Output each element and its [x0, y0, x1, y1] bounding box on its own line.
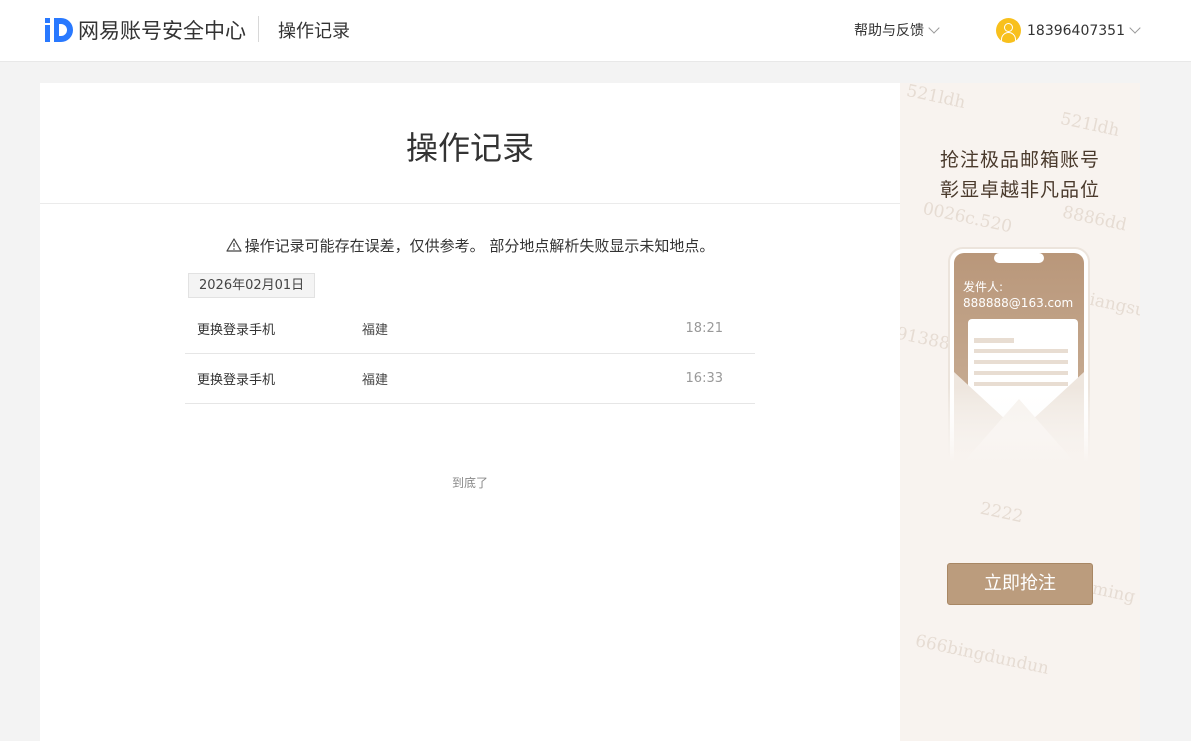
sender-label: 发件人:: [963, 280, 1004, 294]
user-menu[interactable]: 18396407351: [996, 18, 1141, 43]
ad-headline: 抢注极品邮箱账号: [939, 149, 1100, 171]
notice-message: 操作记录可能存在误差，仅供参考。 部分地点解析失败显示未知地点。: [244, 237, 715, 255]
help-feedback-menu[interactable]: 帮助与反馈: [854, 20, 940, 40]
register-now-button[interactable]: 立即抢注: [947, 563, 1093, 605]
end-of-list-text: 到底了: [451, 476, 488, 490]
date-tag: 2026年02月01日: [188, 273, 316, 298]
watermark-text: 2222: [978, 498, 1025, 528]
table-row: 更换登录手机 福建 18:21: [185, 304, 755, 354]
user-icon: [1004, 23, 1013, 32]
logo-text: 网易账号安全中心: [78, 19, 246, 43]
mailbox-ad-banner[interactable]: 521ldh 521ldh 8886dd 0026c.520 91388 jia…: [900, 83, 1140, 741]
avatar: [996, 18, 1021, 43]
notice-text: 操作记录可能存在误差，仅供参考。 部分地点解析失败显示未知地点。: [40, 235, 900, 256]
watermark-text: 8886dd: [1060, 202, 1129, 236]
record-action: 更换登录手机: [197, 323, 276, 338]
watermark-text: jiangsu: [1082, 288, 1140, 322]
record-action: 更换登录手机: [197, 373, 276, 388]
watermark-text: 0026c.520: [920, 198, 1014, 238]
netease-logo[interactable]: 网易账号安全中心: [44, 14, 246, 46]
header-divider: [258, 16, 259, 42]
logo-id-icon: [45, 18, 73, 42]
warning-icon: [226, 238, 242, 252]
watermark-text: 521ldh: [1058, 109, 1122, 141]
watermark-text: 91388: [900, 323, 952, 355]
sender-email: 888888@163.com: [963, 296, 1074, 310]
username: 18396407351: [1027, 22, 1125, 39]
operation-log-panel: 操作记录 操作记录可能存在误差，仅供参考。 部分地点解析失败显示未知地点。 20…: [40, 83, 900, 741]
watermark-text: 521ldh: [904, 83, 968, 113]
page-title: 操作记录: [405, 129, 534, 167]
record-time: 16:33: [685, 371, 723, 386]
chevron-down-icon: [928, 21, 940, 34]
header-page-name: 操作记录: [278, 21, 350, 42]
record-place: 福建: [362, 373, 389, 388]
ad-subline: 彰显卓越非凡品位: [939, 179, 1100, 201]
title-divider: [40, 203, 900, 204]
record-place: 福建: [362, 323, 389, 338]
record-time: 18:21: [685, 321, 723, 336]
help-feedback-label: 帮助与反馈: [854, 23, 924, 39]
watermark-text: 666bingdundun: [913, 631, 1051, 679]
record-list: 更换登录手机 福建 18:21 更换登录手机 福建 16:33: [185, 304, 755, 404]
chevron-down-icon: [1129, 22, 1141, 34]
watermark-text: ming: [1090, 578, 1137, 608]
top-header: 网易账号安全中心 操作记录 帮助与反馈 18396407351: [0, 0, 1191, 62]
table-row: 更换登录手机 福建 16:33: [185, 354, 755, 404]
